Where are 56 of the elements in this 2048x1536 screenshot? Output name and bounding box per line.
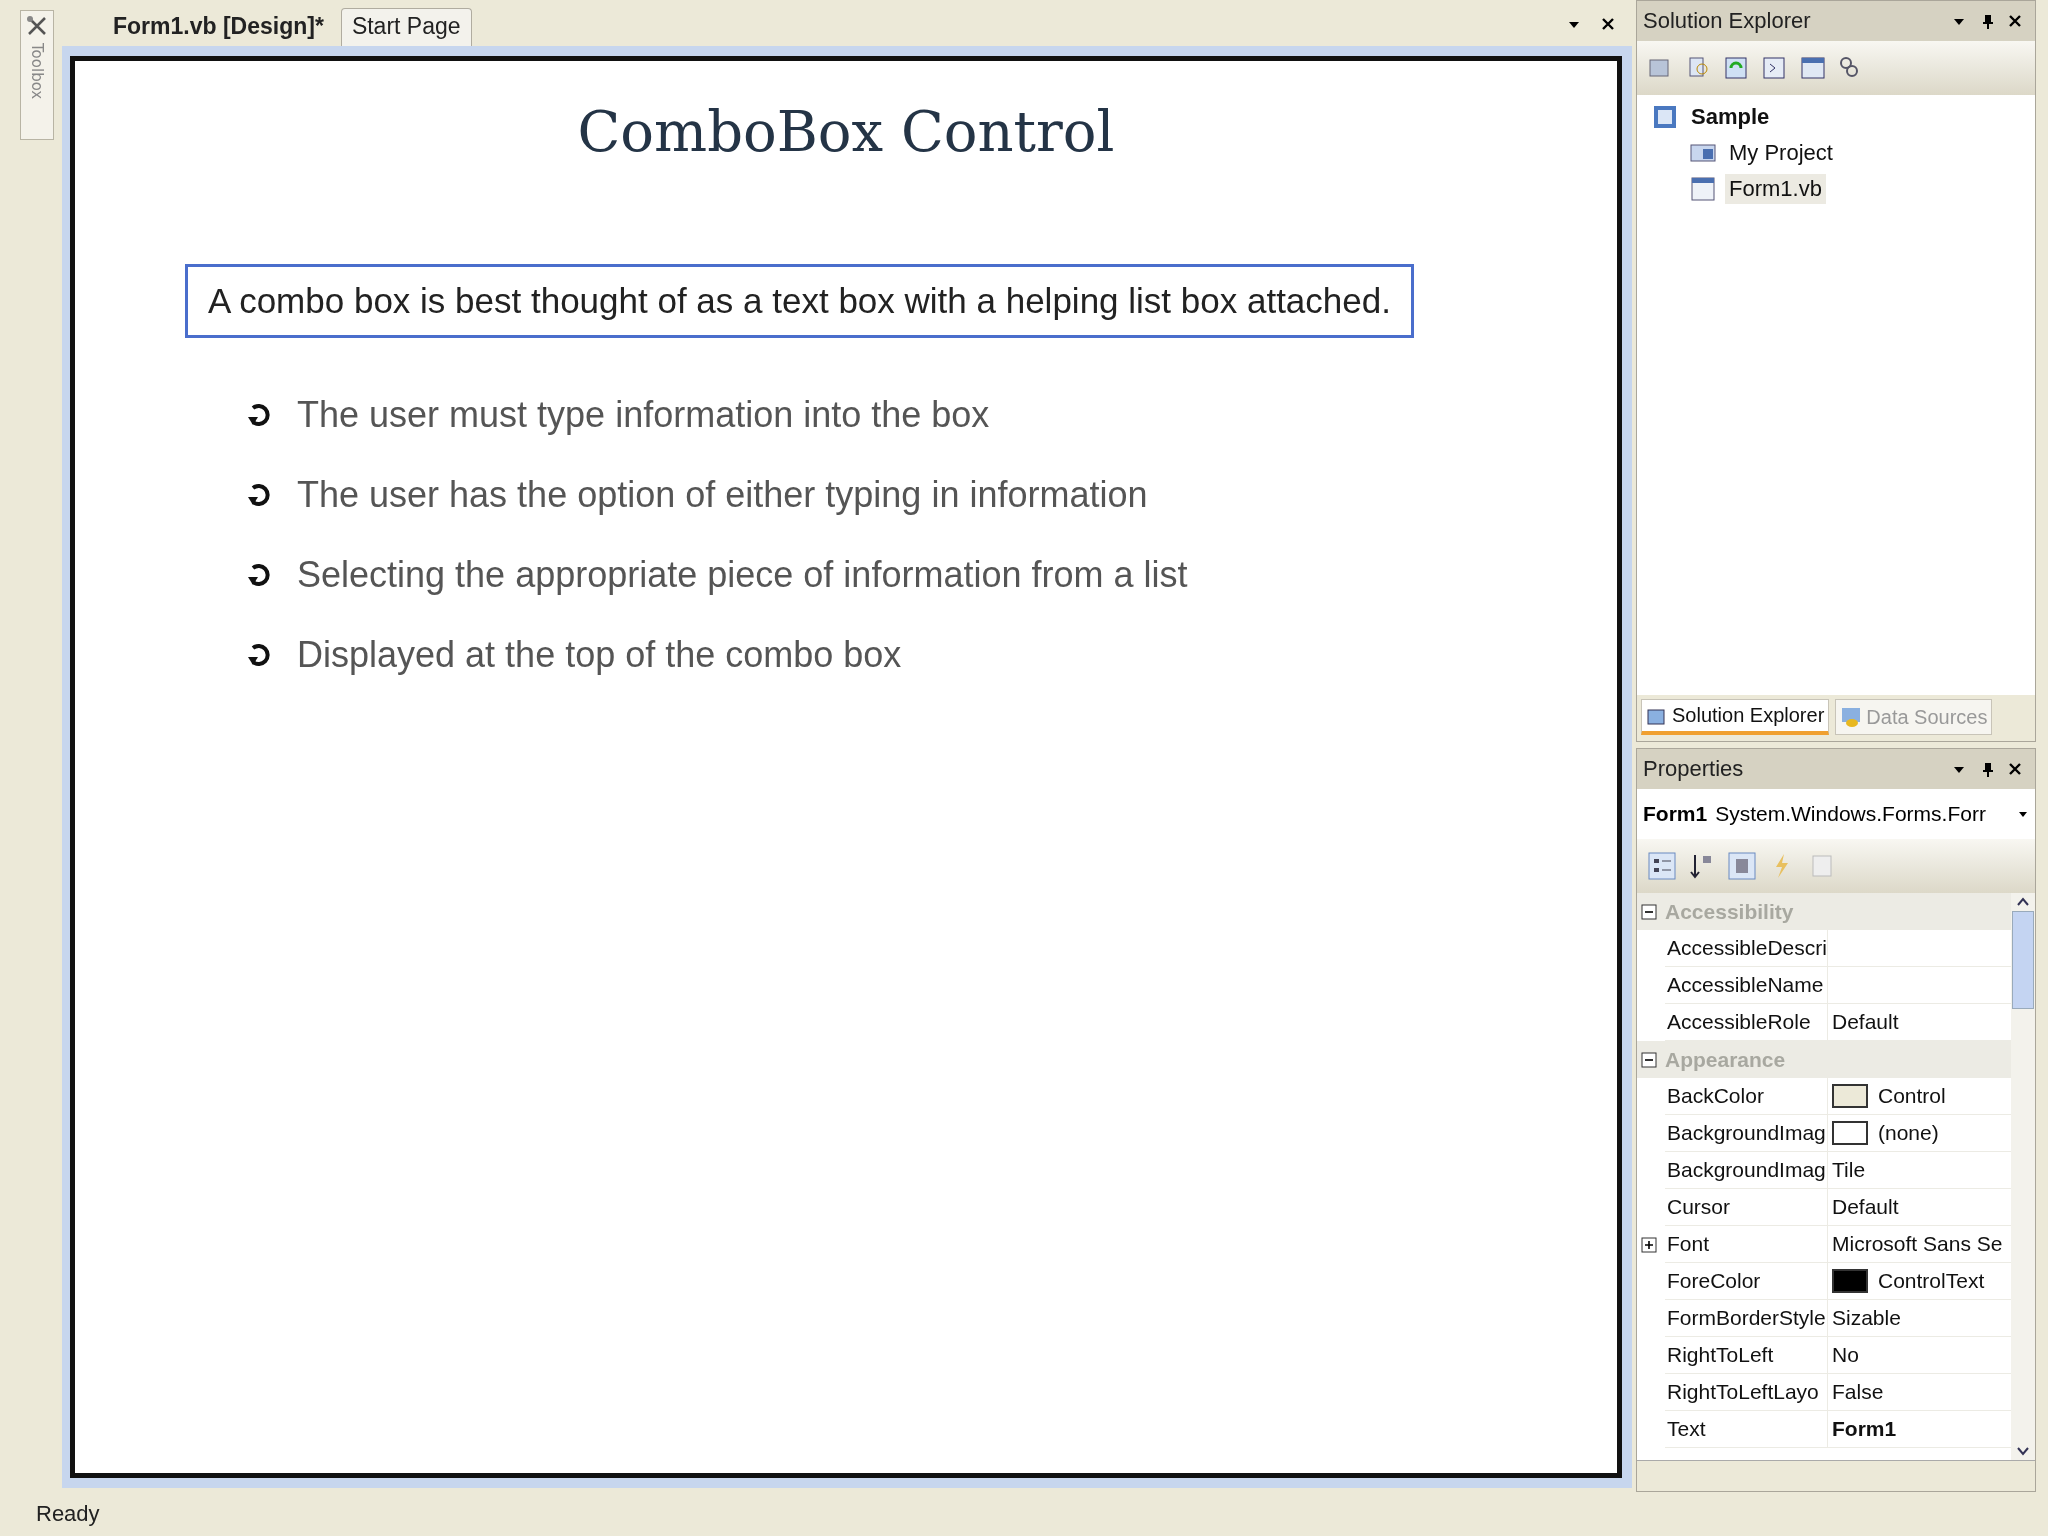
property-value[interactable]: Form1 bbox=[1832, 1417, 1897, 1441]
close-icon[interactable] bbox=[2007, 13, 2023, 29]
property-value[interactable]: Tile bbox=[1832, 1158, 1866, 1182]
close-icon[interactable] bbox=[1600, 16, 1616, 32]
bullet-text: Selecting the appropriate piece of information from a list bbox=[297, 554, 1188, 596]
collapse-icon[interactable] bbox=[1641, 903, 1657, 920]
slide-title: ComboBox Control bbox=[576, 99, 1116, 164]
property-name: Text bbox=[1665, 1411, 1828, 1448]
property-name: Font bbox=[1665, 1226, 1828, 1263]
properties-icon[interactable] bbox=[1727, 851, 1757, 881]
status-text: Ready bbox=[36, 1501, 100, 1527]
property-value[interactable]: Default bbox=[1832, 1195, 1899, 1219]
property-name: BackColor bbox=[1665, 1078, 1828, 1115]
bullet-text: The user must type information into the box bbox=[297, 394, 990, 436]
object-type: System.Windows.Forms.Forr bbox=[1715, 802, 1986, 826]
form-icon bbox=[1689, 175, 1717, 203]
close-icon[interactable] bbox=[2007, 761, 2023, 777]
property-name: Cursor bbox=[1665, 1189, 1828, 1226]
property-value[interactable]: Sizable bbox=[1832, 1306, 1901, 1330]
panel-title: Solution Explorer bbox=[1643, 8, 1811, 34]
tree-item[interactable]: Form1.vb bbox=[1725, 174, 1826, 204]
tree-item[interactable]: My Project bbox=[1725, 138, 1837, 168]
property-name: BackgroundImag bbox=[1665, 1115, 1828, 1152]
property-value[interactable]: No bbox=[1832, 1343, 1859, 1367]
category-label: Appearance bbox=[1665, 1047, 1786, 1072]
scroll-thumb[interactable] bbox=[2012, 911, 2034, 1009]
object-name: Form1 bbox=[1643, 802, 1708, 826]
expand-icon[interactable] bbox=[1641, 1236, 1657, 1253]
categorized-icon[interactable] bbox=[1647, 851, 1677, 881]
panel-tab[interactable]: Solution Explorer bbox=[1641, 699, 1830, 735]
callout-box: A combo box is best thought of as a text box with a helping list box attached. bbox=[185, 264, 1414, 338]
property-value[interactable]: ControlText bbox=[1878, 1269, 1985, 1293]
panel-title: Properties bbox=[1643, 756, 1744, 782]
bullet-text: The user has the option of either typing in information bbox=[297, 474, 1148, 516]
tree-item[interactable]: Sample bbox=[1687, 102, 1774, 132]
solution-icon bbox=[1651, 103, 1679, 131]
property-name: AccessibleName bbox=[1665, 967, 1828, 1004]
property-name: ForeColor bbox=[1665, 1263, 1828, 1300]
designer-icon[interactable] bbox=[1799, 55, 1827, 81]
property-name: FormBorderStyle bbox=[1665, 1300, 1828, 1337]
property-name: BackgroundImag bbox=[1665, 1152, 1828, 1189]
database-icon bbox=[1840, 706, 1863, 728]
category-label: Accessibility bbox=[1665, 899, 1794, 924]
property-name: AccessibleDescri bbox=[1665, 930, 1828, 967]
property-value[interactable]: False bbox=[1832, 1380, 1884, 1404]
property-value[interactable]: Default bbox=[1832, 1010, 1899, 1034]
property-name: RightToLeftLayo bbox=[1665, 1374, 1828, 1411]
bullet-text: Displayed at the top of the combo box bbox=[297, 634, 902, 676]
property-value[interactable]: (none) bbox=[1878, 1121, 1939, 1145]
tools-icon[interactable] bbox=[26, 15, 48, 37]
document-tab[interactable]: Start Page bbox=[340, 8, 472, 46]
scrollbar[interactable] bbox=[2011, 893, 2035, 1460]
property-value[interactable]: Microsoft Sans Se bbox=[1832, 1232, 2003, 1256]
collapse-icon[interactable] bbox=[1641, 1051, 1657, 1068]
property-name: RightToLeft bbox=[1665, 1337, 1828, 1374]
property-value[interactable]: Control bbox=[1878, 1084, 1946, 1108]
